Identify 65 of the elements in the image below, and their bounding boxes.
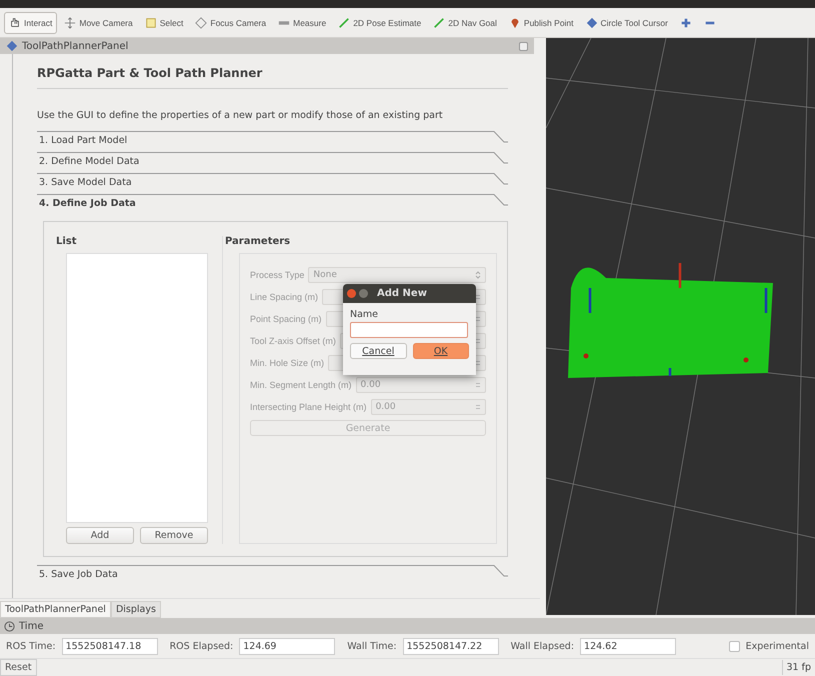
clock-icon: [4, 620, 15, 632]
tool-button[interactable]: Select: [140, 12, 188, 34]
tab-edge-icon: [488, 152, 508, 164]
time-field[interactable]: 1552508147.18: [62, 638, 158, 654]
tool-button[interactable]: Move Camera: [59, 12, 138, 34]
dock-tab[interactable]: Displays: [110, 601, 161, 618]
move-icon: [64, 16, 76, 28]
diamond-icon: [586, 16, 598, 28]
parameter-label: Intersecting Plane Height (m): [250, 402, 367, 412]
tool-button[interactable]: 2D Pose Estimate: [333, 12, 426, 34]
time-title: Time: [19, 620, 44, 632]
list-button[interactable]: Remove: [140, 527, 208, 544]
close-icon[interactable]: [519, 42, 528, 50]
section-header[interactable]: 1. Load Part Model: [37, 131, 508, 152]
section-header[interactable]: 4. Define Job Data: [37, 194, 508, 215]
tool-button[interactable]: Measure: [273, 12, 332, 34]
list-box[interactable]: [66, 253, 208, 523]
parameter-label: Min. Hole Size (m): [250, 358, 324, 368]
parameter-label: Tool Z-axis Offset (m): [250, 336, 336, 346]
parameter-label: Process Type: [250, 270, 304, 280]
time-label: ROS Time:: [6, 640, 56, 652]
dialog-title: Add New: [377, 288, 427, 299]
tab-edge-icon: [488, 131, 508, 143]
square-icon: [144, 16, 157, 28]
description-text: Use the GUI to define the properties of a new part or modify those of an existing part: [37, 109, 444, 123]
close-icon[interactable]: [347, 289, 356, 298]
minimize-icon[interactable]: [359, 289, 368, 298]
hand-icon: [9, 16, 21, 28]
dialog-button[interactable]: Cancel: [350, 343, 406, 359]
tab-edge-icon: [488, 565, 508, 577]
tool-button[interactable]: Circle Tool Cursor: [580, 12, 673, 34]
time-label: Wall Time:: [347, 640, 397, 652]
tool-button[interactable]: Publish Point: [504, 12, 579, 34]
panel-heading: RPGatta Part & Tool Path Planner: [37, 60, 508, 89]
tab-edge-icon: [488, 173, 508, 185]
fps-text: 31 fp: [782, 660, 815, 675]
plus-icon: [680, 16, 692, 28]
parameter-label: Point Spacing (m): [250, 314, 322, 324]
parameters-title: Parameters: [225, 236, 292, 247]
tool-button[interactable]: 2D Nav Goal: [428, 12, 502, 34]
tab-edge-icon: [488, 194, 508, 206]
section-header[interactable]: 2. Define Model Data: [37, 152, 508, 173]
time-label: ROS Elapsed:: [170, 640, 234, 652]
list-button[interactable]: Add: [66, 527, 134, 544]
time-label: Wall Elapsed:: [510, 640, 574, 652]
panel-title: ToolPathPlannerPanel: [22, 40, 128, 52]
name-input-field[interactable]: [350, 322, 468, 338]
diamond-icon: [6, 40, 18, 52]
field-label: Name: [350, 309, 378, 320]
reset-button[interactable]: Reset: [0, 659, 37, 676]
dialog-button[interactable]: OK: [412, 343, 469, 359]
time-field[interactable]: 1552508147.22: [402, 638, 499, 654]
checkbox-label: Experimental: [746, 640, 809, 652]
time-field[interactable]: 124.62: [580, 638, 676, 654]
experimental-checkbox[interactable]: [728, 640, 740, 652]
dock-tab[interactable]: ToolPathPlannerPanel: [0, 601, 111, 618]
section-header[interactable]: 3. Save Model Data: [37, 173, 508, 194]
time-field[interactable]: 124.69: [239, 638, 336, 654]
pin-icon: [508, 16, 521, 28]
tool-button[interactable]: Interact: [4, 12, 58, 34]
parameter-label: Line Spacing (m): [250, 292, 318, 302]
parameter-label: Min. Segment Length (m): [250, 380, 352, 390]
tool-button[interactable]: Focus Camera: [190, 12, 272, 34]
list-title: List: [56, 236, 78, 247]
section-header[interactable]: 5. Save Job Data: [37, 565, 508, 586]
